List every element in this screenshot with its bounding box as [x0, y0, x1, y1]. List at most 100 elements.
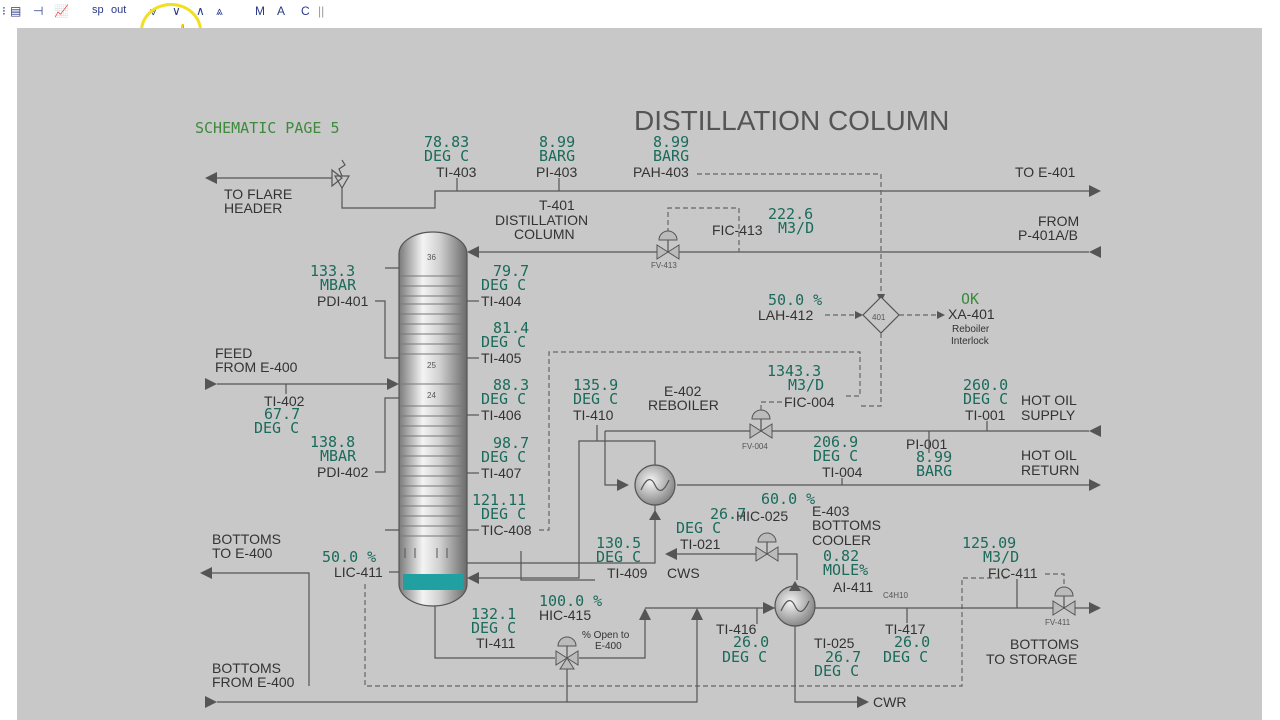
reboiler-interlock-2: Interlock	[951, 336, 990, 347]
bottoms-from-label-2: FROM E-400	[212, 674, 295, 690]
pdi401-unit: MBAR	[320, 276, 357, 294]
tic408-unit: DEG C	[481, 505, 526, 523]
reboiler-up-arrow-icon	[649, 510, 661, 520]
cwr-label: CWR	[873, 694, 906, 710]
bottoms-to-label-2: TO E-400	[212, 545, 273, 561]
column-tag: T-401	[539, 197, 575, 213]
pi403-unit: BARG	[539, 147, 575, 165]
pi403-tag[interactable]: PI-403	[536, 164, 577, 180]
pah403-tag[interactable]: PAH-403	[633, 164, 689, 180]
distillation-column-icon[interactable]	[398, 231, 468, 607]
branch-icon[interactable]: ⊣	[33, 4, 43, 18]
c4h10-label: C4H10	[883, 591, 908, 600]
right-margin	[1262, 28, 1280, 720]
ti409-unit: DEG C	[596, 548, 641, 566]
manual-button[interactable]: M	[255, 4, 265, 18]
to-e401-label: TO E-401	[1015, 164, 1076, 180]
double-up-icon[interactable]: ⩓	[216, 4, 223, 19]
fic413-tag[interactable]: FIC-413	[712, 222, 763, 238]
lic411-tag[interactable]: LIC-411	[334, 564, 383, 580]
ti404-tag[interactable]: TI-404	[481, 293, 522, 309]
cooler-inlet-arrow-icon	[763, 602, 775, 614]
ti410-unit: DEG C	[573, 390, 618, 408]
hic415-tag[interactable]: HIC-415	[539, 607, 591, 623]
ai411-tag[interactable]: AI-411	[833, 579, 873, 595]
fv413-label: FV-413	[651, 261, 677, 270]
left-margin	[0, 28, 17, 720]
cascade-button[interactable]: C	[301, 4, 310, 18]
hot-oil-in-arrow-icon	[617, 479, 629, 491]
from-pump-arrow-icon	[1089, 246, 1101, 258]
menu-icon[interactable]: ⁝	[2, 4, 6, 18]
to-flare-arrow-icon	[205, 172, 217, 184]
ti004-unit: DEG C	[813, 447, 858, 465]
hot-oil-in-line	[604, 431, 617, 486]
ti001-unit: DEG C	[963, 390, 1008, 408]
fic004-tag[interactable]: FIC-004	[784, 394, 835, 410]
pdi402-tag[interactable]: PDI-402	[317, 464, 369, 480]
ti021-unit: DEG C	[676, 519, 721, 537]
fv411-valve-icon[interactable]	[1052, 586, 1076, 616]
cwr-arrow-icon	[857, 696, 869, 708]
tic408-tag[interactable]: TIC-408	[481, 522, 532, 538]
auto-button[interactable]: A	[277, 4, 285, 18]
fv411-label: FV-411	[1045, 618, 1071, 627]
hot-oil-supply-arrow-icon	[1089, 425, 1101, 437]
xa401-tag[interactable]: XA-401	[948, 306, 995, 322]
hic025-valve-icon[interactable]	[755, 532, 779, 562]
ti405-unit: DEG C	[481, 333, 526, 351]
sp-button[interactable]: sp	[92, 4, 104, 16]
hot-oil-return-arrow-icon	[1089, 479, 1101, 491]
hot-oil-supply-label-2: SUPPLY	[1021, 407, 1076, 423]
tray-low-label: 24	[427, 391, 436, 400]
ti410-tag[interactable]: TI-410	[573, 407, 614, 423]
fv004-valve-icon[interactable]	[749, 409, 773, 439]
ti407-tag[interactable]: TI-407	[481, 465, 522, 481]
bottoms-storage-label-1: BOTTOMS	[1010, 636, 1079, 652]
toolbar: ⁝ ▤ ⊣ 📈 sp out ⩔ ∨ ∧ ⩓ M A C || ☝	[0, 0, 1280, 59]
separator-icon: ||	[318, 4, 325, 18]
ti021-tag[interactable]: TI-021	[680, 536, 721, 552]
pi001-unit: BARG	[916, 462, 952, 480]
relief-line	[341, 188, 436, 209]
ti409-line	[520, 551, 595, 581]
lah412-tag[interactable]: LAH-412	[758, 307, 813, 323]
ti405-tag[interactable]: TI-405	[481, 350, 522, 366]
bottoms-up-arrow-icon	[691, 608, 703, 620]
ti409-tag[interactable]: TI-409	[607, 565, 648, 581]
ti411-tag[interactable]: TI-411	[476, 635, 516, 651]
fv413-valve-icon[interactable]	[656, 230, 680, 260]
ti404-unit: DEG C	[481, 276, 526, 294]
e403-label-2: BOTTOMS	[812, 517, 881, 533]
hot-oil-return-label-1: HOT OIL	[1021, 447, 1077, 463]
trend-icon[interactable]: 📈	[54, 4, 69, 18]
reboiler-return-arrow-icon	[467, 572, 479, 584]
hot-oil-return-label-2: RETURN	[1021, 462, 1079, 478]
fic411-unit: M3/D	[983, 548, 1019, 566]
tray-top-label: 36	[427, 253, 436, 262]
ti001-tag[interactable]: TI-001	[965, 407, 1006, 423]
ti402-unit: DEG C	[254, 419, 299, 437]
overhead-line	[434, 190, 1089, 200]
ai411-unit: MOLE%	[823, 561, 868, 579]
fic413-unit: M3/D	[778, 219, 814, 237]
ti416-unit: DEG C	[722, 648, 767, 666]
hic025-value: 60.0 %	[761, 490, 815, 508]
ti403-unit: DEG C	[424, 147, 469, 165]
bottoms-from-arrow-icon	[205, 696, 217, 708]
pdi401-tag[interactable]: PDI-401	[317, 293, 369, 309]
fic411-tag[interactable]: FIC-411	[988, 565, 1038, 581]
ti004-tag[interactable]: TI-004	[822, 464, 863, 480]
out-button[interactable]: out	[111, 4, 126, 16]
interlock-signal-line	[859, 333, 882, 407]
ti403-tag[interactable]: TI-403	[436, 164, 477, 180]
ti406-unit: DEG C	[481, 390, 526, 408]
ti406-tag[interactable]: TI-406	[481, 407, 522, 423]
open-to-label-2: E-400	[595, 641, 622, 652]
stack-icon[interactable]: ▤	[10, 4, 21, 18]
bottoms-storage-arrow-icon	[1089, 602, 1101, 614]
hic415-valve-icon[interactable]	[555, 636, 579, 670]
tray-mid-label: 25	[427, 361, 436, 370]
bottoms-to-arrow-icon	[200, 567, 212, 579]
lah-arrow-icon	[855, 311, 863, 319]
